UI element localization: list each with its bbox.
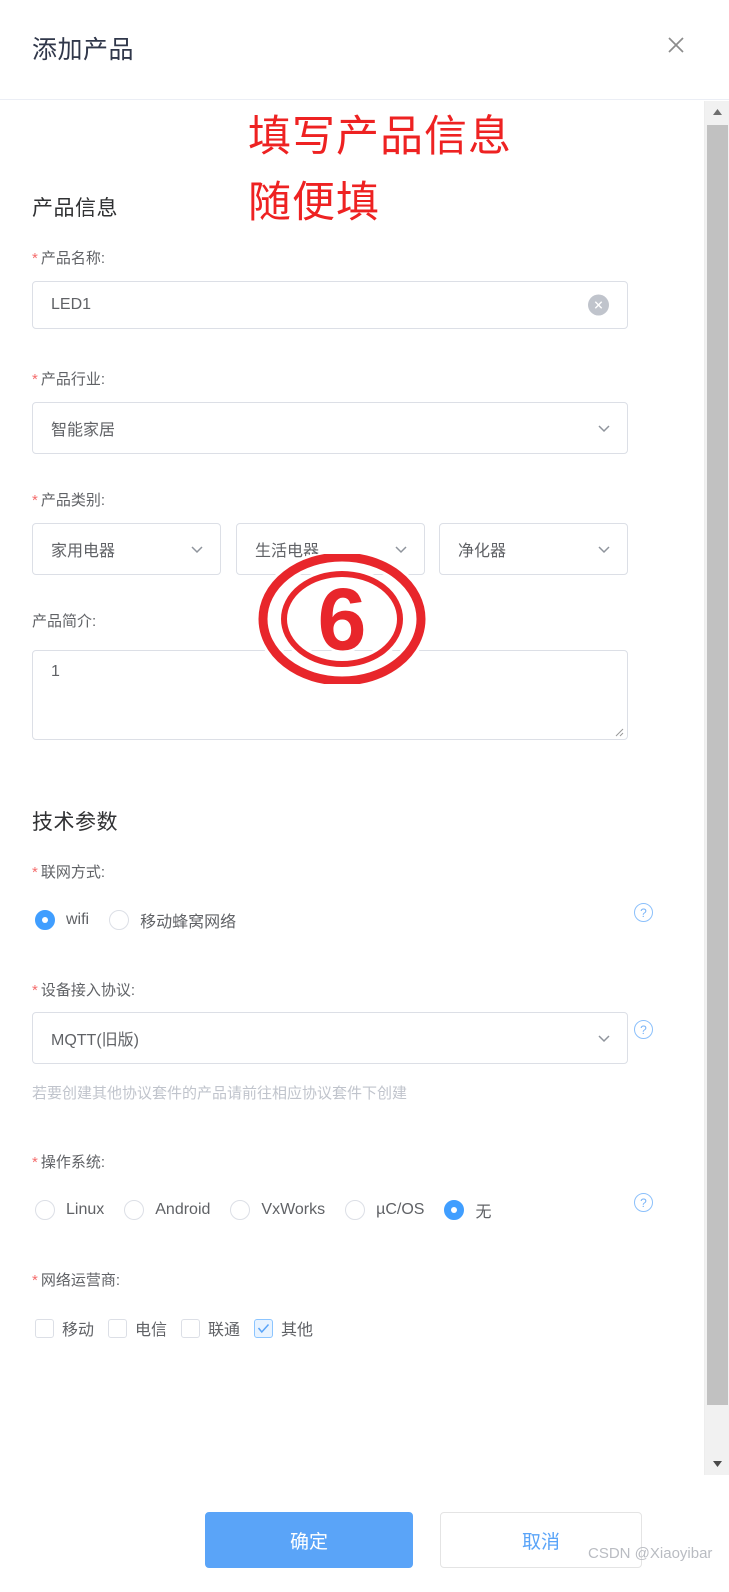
circle-close-icon[interactable] bbox=[588, 294, 609, 316]
label-network-mode: * 联网方式: bbox=[32, 864, 106, 881]
add-product-dialog: 添加产品 产品信息 * 产品名称: LED1 * 产品行业: 智能家居 * 产品… bbox=[0, 0, 729, 1592]
checkbox-icon bbox=[254, 1318, 274, 1338]
scrollbar-thumb[interactable] bbox=[707, 125, 728, 1405]
radio-network-mode-wifi[interactable]: wifi bbox=[35, 910, 89, 930]
radio-dot-icon bbox=[124, 1200, 145, 1220]
resize-handle-icon[interactable] bbox=[610, 723, 624, 737]
checkbox-label: 电信 bbox=[135, 1322, 168, 1339]
checkbox-icon bbox=[181, 1318, 201, 1338]
radio-dot-icon bbox=[35, 1200, 55, 1220]
radio-network-mode-cellular[interactable]: 移动蜂窝网络 bbox=[109, 908, 236, 932]
radio-dot-icon bbox=[230, 1200, 251, 1220]
radio-os-android[interactable]: Android bbox=[124, 1200, 210, 1220]
network-mode-radio-group: wifi 移动蜂窝网络 bbox=[35, 908, 256, 932]
radio-label: 无 bbox=[475, 1204, 492, 1221]
section-title-product-info: 产品信息 bbox=[32, 197, 118, 220]
product-category-value-1: 家用电器 bbox=[51, 543, 116, 560]
radio-label: VxWorks bbox=[261, 1201, 326, 1218]
watermark: CSDN @Xiaoyibar bbox=[588, 1545, 713, 1562]
page-title: 添加产品 bbox=[32, 36, 135, 64]
required-marker: * bbox=[32, 1272, 38, 1289]
dialog-header: 添加产品 bbox=[0, 0, 729, 100]
required-marker: * bbox=[32, 1154, 38, 1171]
annotation-note-line1: 填写产品信息 bbox=[248, 113, 512, 161]
radio-dot-icon bbox=[109, 910, 130, 930]
radio-label: µC/OS bbox=[376, 1201, 425, 1218]
access-protocol-value: MQTT(旧版) bbox=[51, 1032, 139, 1049]
product-category-value-3: 净化器 bbox=[458, 543, 507, 560]
checkbox-icon bbox=[108, 1318, 128, 1338]
radio-os-ucos[interactable]: µC/OS bbox=[345, 1200, 424, 1220]
required-marker: * bbox=[32, 982, 38, 999]
checkbox-label: 其他 bbox=[281, 1322, 314, 1339]
radio-label: Linux bbox=[66, 1201, 105, 1218]
question-circle-icon[interactable]: ? bbox=[634, 1193, 653, 1212]
confirm-button[interactable]: 确定 bbox=[205, 1512, 413, 1568]
checkbox-icon bbox=[35, 1318, 54, 1338]
required-marker: * bbox=[32, 371, 38, 388]
product-category-value-2: 生活电器 bbox=[255, 543, 320, 560]
label-product-category: * 产品类别: bbox=[32, 492, 106, 509]
label-product-industry: * 产品行业: bbox=[32, 371, 106, 388]
annotation-note-line2: 随便填 bbox=[248, 179, 380, 227]
checkbox-label: 移动 bbox=[62, 1322, 95, 1339]
product-name-value: LED1 bbox=[51, 296, 92, 313]
radio-dot-icon bbox=[444, 1200, 465, 1220]
label-access-protocol: * 设备接入协议: bbox=[32, 982, 136, 999]
label-product-name: * 产品名称: bbox=[32, 250, 106, 267]
radio-label: 移动蜂窝网络 bbox=[140, 914, 237, 931]
checkbox-operator-unicom[interactable]: 联通 bbox=[181, 1316, 240, 1340]
product-category-select-1[interactable]: 家用电器 bbox=[32, 523, 221, 575]
radio-dot-icon bbox=[35, 910, 55, 930]
dialog-footer: 确定 取消 bbox=[0, 1476, 729, 1592]
radio-os-vxworks[interactable]: VxWorks bbox=[230, 1200, 325, 1220]
product-name-input[interactable]: LED1 bbox=[32, 281, 628, 329]
radio-os-linux[interactable]: Linux bbox=[35, 1200, 104, 1220]
section-title-tech-params: 技术参数 bbox=[32, 811, 118, 834]
radio-label: wifi bbox=[66, 911, 90, 928]
required-marker: * bbox=[32, 492, 38, 509]
operating-system-radio-group: Linux Android VxWorks µC/OS 无 bbox=[35, 1198, 511, 1222]
checkbox-label: 联通 bbox=[208, 1322, 241, 1339]
question-circle-icon[interactable]: ? bbox=[634, 903, 653, 922]
product-category-select-3[interactable]: 净化器 bbox=[439, 523, 628, 575]
radio-dot-icon bbox=[345, 1200, 366, 1220]
close-icon[interactable] bbox=[661, 30, 691, 60]
label-product-intro: 产品简介: bbox=[32, 613, 97, 630]
product-industry-value: 智能家居 bbox=[51, 422, 116, 439]
checkbox-operator-mobile[interactable]: 移动 bbox=[35, 1316, 94, 1340]
product-industry-select[interactable]: 智能家居 bbox=[32, 402, 628, 454]
access-protocol-hint: 若要创建其他协议套件的产品请前往相应协议套件下创建 bbox=[32, 1085, 408, 1102]
checkbox-operator-telecom[interactable]: 电信 bbox=[108, 1316, 167, 1340]
product-category-select-2[interactable]: 生活电器 bbox=[236, 523, 425, 575]
scrollbar-track[interactable] bbox=[704, 101, 729, 1475]
radio-os-none[interactable]: 无 bbox=[444, 1198, 491, 1222]
dialog-body: 产品信息 * 产品名称: LED1 * 产品行业: 智能家居 * 产品类别: 家… bbox=[0, 101, 704, 1475]
required-marker: * bbox=[32, 864, 38, 881]
radio-label: Android bbox=[155, 1201, 211, 1218]
question-circle-icon[interactable]: ? bbox=[634, 1020, 653, 1039]
product-intro-value: 1 bbox=[51, 663, 60, 680]
label-network-operator: * 网络运营商: bbox=[32, 1272, 121, 1289]
access-protocol-select[interactable]: MQTT(旧版) bbox=[32, 1012, 628, 1064]
scroll-up-arrow[interactable] bbox=[705, 101, 729, 123]
scroll-down-arrow[interactable] bbox=[705, 1453, 729, 1475]
network-operator-checkbox-group: 移动 电信 联通 其他 bbox=[35, 1316, 327, 1340]
product-intro-textarea[interactable]: 1 bbox=[32, 650, 628, 740]
required-marker: * bbox=[32, 250, 38, 267]
checkbox-operator-other[interactable]: 其他 bbox=[254, 1316, 313, 1340]
label-operating-system: * 操作系统: bbox=[32, 1154, 106, 1171]
